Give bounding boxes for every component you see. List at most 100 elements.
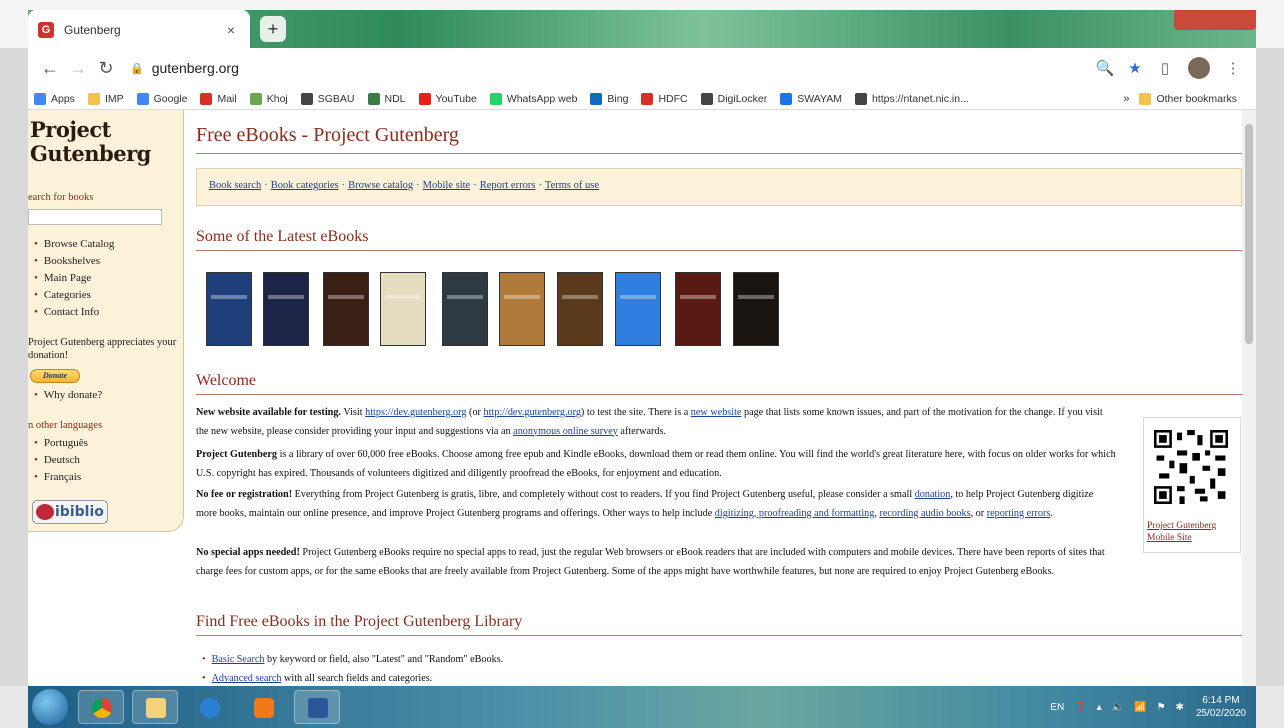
terms-of-use-link[interactable]: Terms of use — [545, 180, 599, 191]
back-icon[interactable]: ← — [36, 58, 64, 79]
new-website-link[interactable]: new website — [691, 407, 742, 418]
extension-icon[interactable]: ▯ — [1150, 59, 1180, 77]
digitizing-link[interactable]: digitizing, proofreading and formatting — [715, 508, 875, 519]
network-icon[interactable]: 📶 — [1134, 702, 1146, 713]
bookmark-item[interactable]: Bing — [590, 92, 628, 105]
profile-avatar[interactable] — [1188, 57, 1210, 79]
bluetooth-icon[interactable]: ✱ — [1176, 702, 1184, 713]
internet-explorer-icon — [200, 698, 220, 718]
sidebar: Project Gutenberg earch for books Browse… — [28, 110, 184, 532]
sidebar-item-contact-info[interactable]: Contact Info — [34, 304, 114, 321]
window-controls[interactable] — [1174, 10, 1256, 30]
book-cover[interactable] — [206, 272, 252, 346]
bookmark-label: Google — [153, 92, 188, 105]
p3-text-4: , or — [970, 507, 987, 519]
zoom-icon[interactable]: 🔍 — [1090, 59, 1120, 77]
book-cover[interactable] — [380, 272, 426, 346]
scrollbar-thumb[interactable] — [1245, 124, 1253, 344]
bookmark-item[interactable]: SGBAU — [300, 92, 355, 105]
bookmark-item[interactable]: Apps — [34, 92, 75, 105]
book-categories-link[interactable]: Book categories — [271, 180, 339, 191]
dev-https-link[interactable]: https://dev.gutenberg.org — [365, 407, 466, 418]
lock-icon[interactable]: 🔒 — [130, 62, 144, 75]
taskbar-ie[interactable] — [186, 690, 232, 724]
report-errors-link[interactable]: Report errors — [480, 180, 536, 191]
book-cover[interactable] — [615, 272, 661, 346]
language-indicator[interactable]: EN — [1050, 702, 1064, 713]
book-cover[interactable] — [442, 272, 488, 346]
start-button[interactable] — [32, 689, 68, 725]
book-search-link[interactable]: Book search — [209, 180, 261, 191]
chrome-icon — [92, 698, 112, 718]
menu-kebab-icon[interactable]: ⋮ — [1218, 59, 1248, 77]
reporting-errors-link[interactable]: reporting errors — [987, 508, 1051, 519]
bookmarks-overflow-button[interactable]: » — [1123, 93, 1129, 105]
audio-books-link[interactable]: recording audio books — [879, 508, 970, 519]
bookmark-item[interactable]: Khoj — [249, 92, 288, 105]
mobile-site-link[interactable]: Mobile site — [423, 180, 471, 191]
book-cover[interactable] — [733, 272, 779, 346]
search-input[interactable] — [28, 209, 162, 225]
qr-code-icon[interactable] — [1154, 430, 1228, 504]
reload-icon[interactable]: ↻ — [92, 58, 120, 79]
help-icon[interactable]: ❓ — [1074, 702, 1086, 713]
bookmark-item[interactable]: NDL — [367, 92, 406, 105]
dev-http-link[interactable]: http://dev.gutenberg.org — [483, 407, 580, 418]
ibiblio-logo[interactable]: ibiblio — [32, 500, 108, 524]
volume-icon[interactable]: 🔈 — [1112, 702, 1124, 713]
bookmark-item[interactable]: YouTube — [418, 92, 477, 105]
languages-list: Português Deutsch Français — [34, 435, 88, 486]
bookmark-item[interactable]: https://ntanet.nic.in... — [854, 92, 969, 105]
bookmark-item[interactable]: HDFC — [641, 92, 688, 105]
close-tab-icon[interactable]: × — [222, 22, 240, 38]
sidebar-item-browse-catalog[interactable]: Browse Catalog — [34, 236, 115, 253]
sidebar-item-categories[interactable]: Categories — [34, 287, 114, 304]
book-cover[interactable] — [263, 272, 309, 346]
language-francais[interactable]: Français — [34, 469, 88, 486]
action-center-flag-icon[interactable]: ⚑ — [1157, 702, 1166, 713]
bookmark-item[interactable]: WhatsApp web — [489, 92, 577, 105]
address-bar[interactable]: gutenberg.org — [152, 60, 1090, 76]
language-deutsch[interactable]: Deutsch — [34, 452, 88, 469]
book-cover[interactable] — [557, 272, 603, 346]
advanced-search-link[interactable]: Advanced search — [212, 673, 282, 684]
browse-catalog-link[interactable]: Browse catalog — [348, 180, 413, 191]
new-tab-button[interactable]: + — [260, 16, 286, 42]
other-bookmarks-label: Other bookmarks — [1156, 92, 1237, 105]
donation-link[interactable]: donation — [915, 489, 951, 500]
other-bookmarks-folder[interactable]: Other bookmarks — [1139, 92, 1237, 105]
bookmark-label: https://ntanet.nic.in... — [871, 92, 969, 105]
language-portugues[interactable]: Português — [34, 435, 88, 452]
sidebar-item-main-page[interactable]: Main Page — [34, 270, 114, 287]
forward-icon[interactable]: → — [64, 58, 92, 79]
book-cover[interactable] — [323, 272, 369, 346]
why-donate-link[interactable]: Why donate? — [34, 387, 102, 404]
bookmark-label: Khoj — [266, 92, 288, 105]
bookmark-item[interactable]: IMP — [87, 92, 124, 105]
taskbar-word[interactable] — [294, 690, 340, 724]
book-cover[interactable] — [499, 272, 545, 346]
bookmark-star-icon[interactable]: ★ — [1120, 59, 1150, 77]
survey-link[interactable]: anonymous online survey — [513, 426, 618, 437]
project-gutenberg-logo[interactable]: Project Gutenberg — [30, 118, 151, 166]
taskbar-chrome[interactable] — [78, 690, 124, 724]
why-donate-list: Why donate? — [34, 387, 102, 404]
book-cover[interactable] — [675, 272, 721, 346]
page-scrollbar[interactable] — [1242, 110, 1256, 686]
sidebar-item-bookshelves[interactable]: Bookshelves — [34, 253, 114, 270]
browser-tab[interactable]: G Gutenberg × — [28, 10, 250, 50]
donate-button[interactable]: Donate — [30, 369, 80, 383]
bookmark-label: SGBAU — [317, 92, 355, 105]
bookmark-item[interactable]: SWAYAM — [780, 92, 842, 105]
system-clock[interactable]: 6:14 PM 25/02/2020 — [1196, 694, 1246, 720]
bookmark-item[interactable]: Mail — [200, 92, 237, 105]
taskbar-explorer[interactable] — [132, 690, 178, 724]
bookmark-label: SWAYAM — [797, 92, 842, 105]
bookmark-item[interactable]: Google — [136, 92, 188, 105]
cover-title-band — [620, 295, 656, 299]
basic-search-link[interactable]: Basic Search — [212, 654, 265, 665]
taskbar-media-player[interactable] — [240, 690, 286, 724]
tray-overflow-icon[interactable]: ▴ — [1097, 702, 1102, 713]
mobile-site-caption-link[interactable]: Project Gutenberg Mobile Site — [1147, 520, 1240, 544]
bookmark-item[interactable]: DigiLocker — [700, 92, 767, 105]
